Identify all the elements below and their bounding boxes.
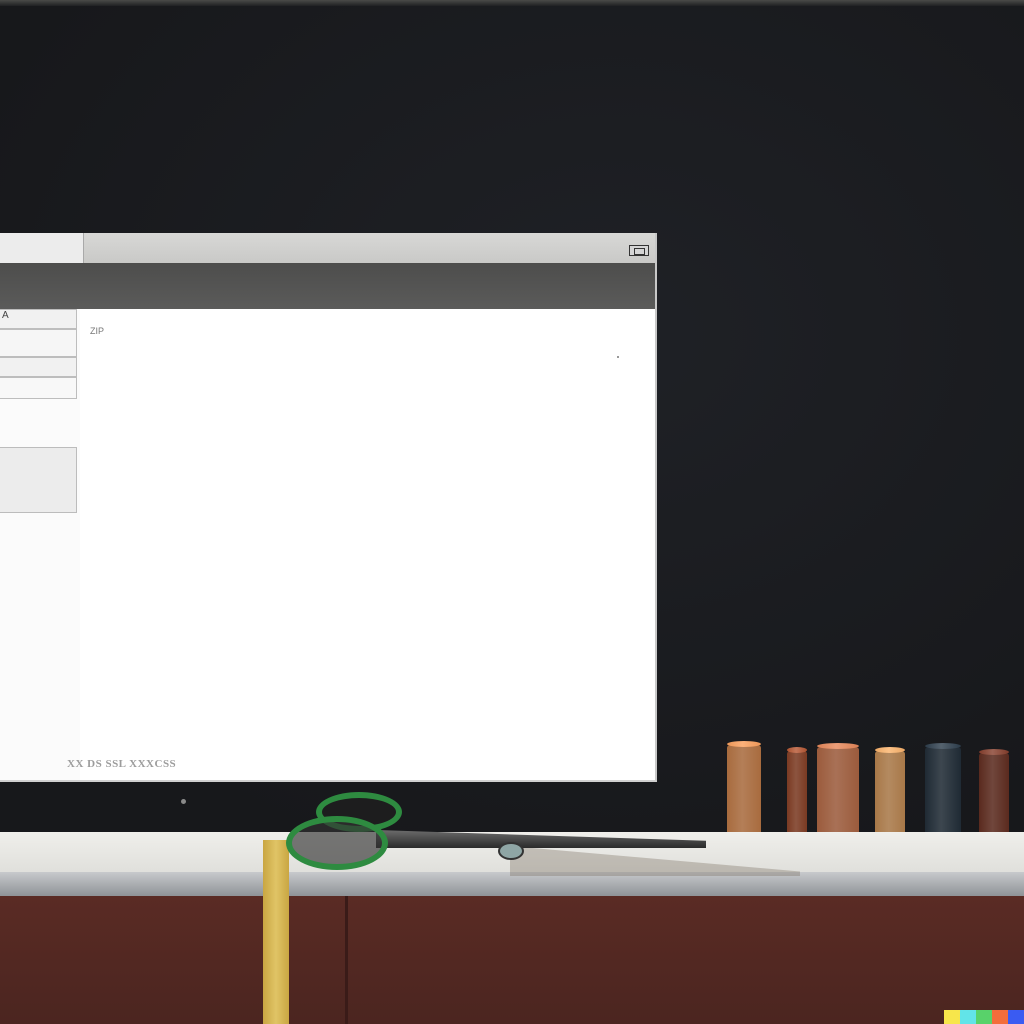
watermark-block xyxy=(976,1010,992,1024)
watermark-block xyxy=(960,1010,976,1024)
sidebar-item-3[interactable] xyxy=(0,357,77,377)
desk-front xyxy=(0,896,1024,1024)
sidebar-item-1[interactable]: A xyxy=(0,309,77,329)
power-led xyxy=(181,799,186,804)
scissors-shadow xyxy=(510,846,800,876)
scissors xyxy=(280,786,800,886)
sidebar-panel[interactable] xyxy=(0,447,77,513)
restore-icon[interactable] xyxy=(629,245,649,256)
watermark-block xyxy=(944,1010,960,1024)
watermark-block xyxy=(1008,1010,1024,1024)
watermark xyxy=(944,1010,1024,1024)
scissors-handle-bottom xyxy=(286,816,388,870)
monitor-screen: A ZIP XX DS SSL XXXCSS xyxy=(0,6,1024,832)
thread-spool xyxy=(923,747,963,841)
thread-spool xyxy=(815,747,861,841)
watermark-block xyxy=(992,1010,1008,1024)
scissors-pivot xyxy=(498,842,524,860)
content-heading: ZIP xyxy=(90,326,105,336)
sidebar: A xyxy=(0,309,80,780)
sidebar-item-2[interactable] xyxy=(0,329,77,357)
desk-panel-gap xyxy=(345,896,348,1024)
main-content: ZIP xyxy=(80,309,655,780)
status-text: XX DS SSL XXXCSS xyxy=(67,758,177,770)
thread-spool xyxy=(873,751,907,841)
scissors-blade xyxy=(376,830,706,848)
app-window: A ZIP XX DS SSL XXXCSS xyxy=(0,233,657,782)
content-marker xyxy=(617,356,619,358)
window-toolbar xyxy=(0,263,655,309)
thread-spool xyxy=(977,753,1011,841)
sidebar-item-4[interactable] xyxy=(0,377,77,399)
window-titlebar xyxy=(0,233,655,263)
window-tab[interactable] xyxy=(0,233,84,263)
